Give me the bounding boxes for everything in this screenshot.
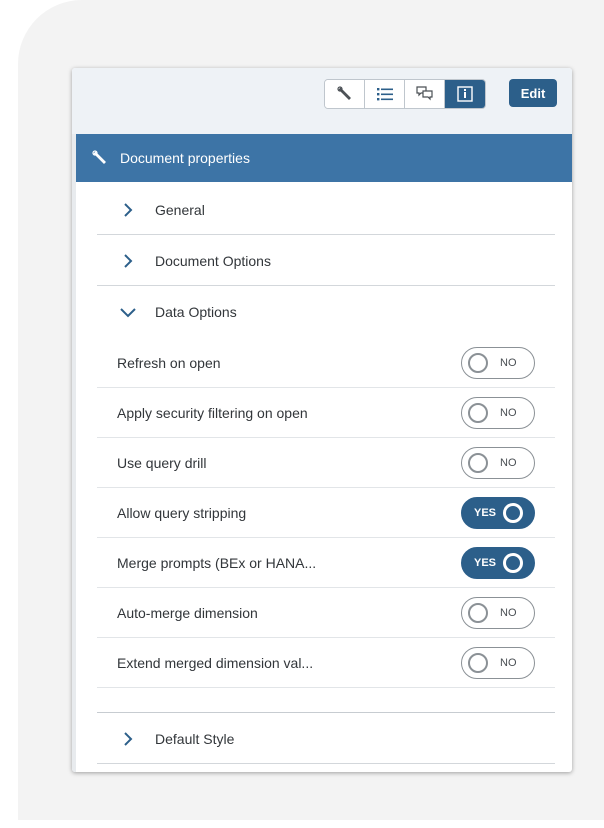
accordion-default-style[interactable]: Default Style [97, 714, 555, 764]
option-row-refresh-on-open: Refresh on open NO [97, 338, 555, 388]
toggle-knob [468, 603, 488, 623]
accordion-general[interactable]: General [97, 185, 555, 235]
toggle-state: NO [500, 357, 517, 369]
option-label: Merge prompts (BEx or HANA... [117, 554, 317, 571]
chevron-right-icon [119, 252, 137, 270]
wrench-icon [90, 148, 110, 168]
toggle-knob [503, 503, 524, 523]
list-icon [376, 88, 393, 101]
toggle-state: NO [500, 457, 517, 469]
option-row-merge-prompts: Merge prompts (BEx or HANA... YES [97, 538, 555, 588]
info-button[interactable] [445, 80, 485, 108]
toggle-state: NO [500, 407, 517, 419]
auto-merge-toggle[interactable]: NO [461, 597, 535, 629]
option-row-security-filtering: Apply security filtering on open NO [97, 388, 555, 438]
chevron-right-icon [119, 730, 137, 748]
option-row-auto-merge: Auto-merge dimension NO [97, 588, 555, 638]
toggle-knob [468, 453, 488, 473]
accordion-label: Data Options [155, 304, 237, 320]
query-stripping-toggle[interactable]: YES [461, 497, 535, 529]
accordion-label: General [155, 201, 205, 218]
comments-button[interactable] [405, 80, 445, 108]
section-title: Document properties [120, 150, 250, 166]
refresh-on-open-toggle[interactable]: NO [461, 347, 535, 379]
toggle-knob [468, 353, 488, 373]
option-row-extend-merged: Extend merged dimension val... NO [97, 638, 555, 688]
accordion-document-options[interactable]: Document Options [97, 236, 555, 286]
view-switcher [324, 79, 486, 109]
panel-toolbar: Edit [72, 68, 572, 134]
section-divider [97, 712, 555, 713]
edit-button[interactable]: Edit [509, 79, 557, 107]
chevron-down-icon [119, 303, 137, 321]
option-label: Extend merged dimension val... [117, 654, 314, 671]
document-properties-header: Document properties [76, 134, 572, 182]
toggle-state: YES [474, 557, 497, 569]
merge-prompts-toggle[interactable]: YES [461, 547, 535, 579]
properties-panel: Edit Document properties General Documen… [72, 68, 572, 772]
query-drill-toggle[interactable]: NO [461, 447, 535, 479]
option-label: Auto-merge dimension [117, 604, 258, 621]
option-row-query-drill: Use query drill NO [97, 438, 555, 488]
security-filtering-toggle[interactable]: NO [461, 397, 535, 429]
option-label: Apply security filtering on open [117, 404, 308, 421]
option-label: Refresh on open [117, 354, 221, 371]
list-view-button[interactable] [365, 80, 405, 108]
comments-icon [415, 86, 433, 101]
toggle-knob [468, 403, 488, 423]
info-icon [457, 86, 473, 102]
toggle-knob [468, 653, 488, 673]
option-label: Allow query stripping [117, 504, 247, 521]
option-label: Use query drill [117, 454, 207, 471]
accordion-label: Document Options [155, 252, 271, 269]
left-rail [72, 134, 76, 772]
wrench-tool-button[interactable] [325, 80, 365, 108]
wrench-icon [336, 86, 351, 100]
option-row-query-stripping: Allow query stripping YES [97, 488, 555, 538]
accordion-label: Default Style [155, 730, 235, 747]
extend-merged-toggle[interactable]: NO [461, 647, 535, 679]
accordion-data-options[interactable]: Data Options [97, 287, 555, 337]
toggle-state: NO [500, 607, 517, 619]
toggle-state: YES [474, 507, 497, 519]
toggle-knob [503, 553, 524, 573]
chevron-right-icon [119, 201, 137, 219]
toggle-state: NO [500, 657, 517, 669]
